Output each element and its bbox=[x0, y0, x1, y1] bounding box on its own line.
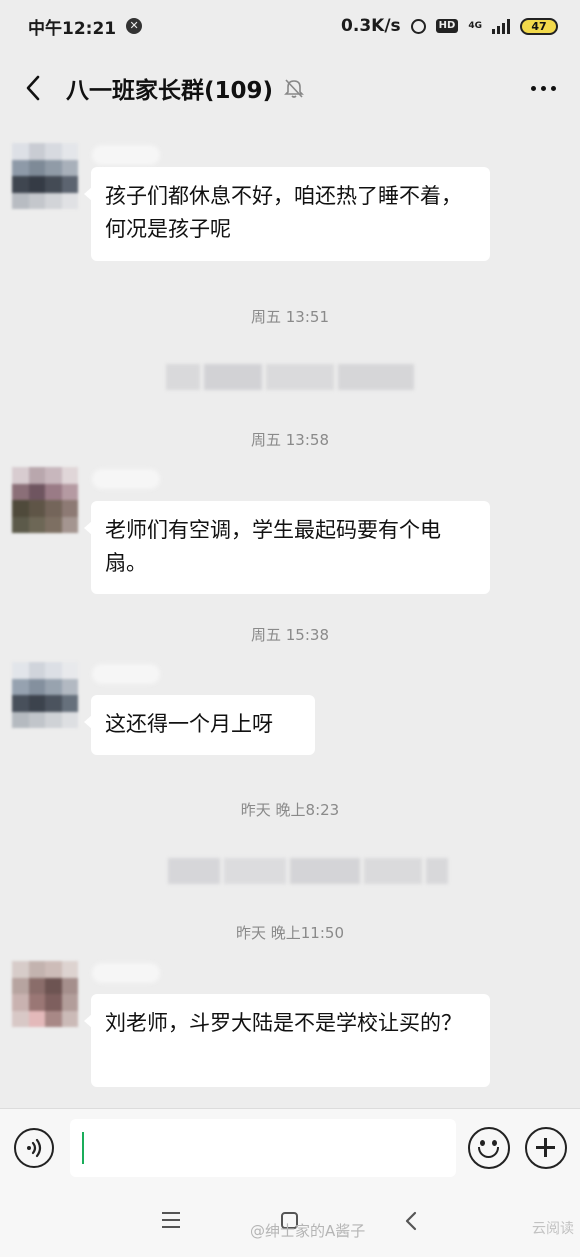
timestamp: 昨天 晚上11:50 bbox=[236, 924, 344, 942]
chat-header: 八一班家长群(109) bbox=[0, 52, 580, 124]
nav-back-icon[interactable] bbox=[402, 1210, 420, 1232]
network-type: 4G bbox=[468, 21, 482, 31]
message-text: 这还得一个月上呀 bbox=[105, 712, 273, 736]
message-bubble[interactable]: 老师们有空调，学生最起码要有个电扇。 bbox=[84, 501, 490, 594]
message-bubble[interactable]: 这还得一个月上呀 bbox=[84, 695, 315, 755]
alarm-icon bbox=[410, 18, 426, 34]
more-dots-icon[interactable] bbox=[525, 78, 562, 99]
voice-icon[interactable] bbox=[14, 1128, 54, 1168]
message-bubble[interactable]: 孩子们都休息不好，咱还热了睡不着，何况是孩子呢 bbox=[84, 167, 490, 261]
sender-name-blurred bbox=[92, 963, 160, 983]
sender-name-blurred bbox=[92, 145, 160, 165]
message-text: 刘老师，斗罗大陆是不是学校让买的？ bbox=[105, 1011, 462, 1035]
timestamp: 周五 13:51 bbox=[251, 308, 329, 326]
watermark-text: @绅士家的A酱子 bbox=[250, 1222, 366, 1240]
status-left: 中午12:21 ✕ bbox=[28, 14, 143, 39]
avatar[interactable] bbox=[12, 143, 78, 209]
message-text: 老师们有空调，学生最起码要有个电扇。 bbox=[105, 518, 441, 575]
sender-name-blurred bbox=[92, 664, 160, 684]
timestamp: 昨天 晚上8:23 bbox=[240, 801, 340, 819]
smile-eye bbox=[480, 1140, 485, 1146]
sender-name-blurred bbox=[92, 469, 160, 489]
back-icon[interactable] bbox=[18, 70, 48, 106]
status-bar: 中午12:21 ✕ 0.3K/s HD 4G 47 bbox=[0, 0, 580, 52]
message-input[interactable] bbox=[70, 1119, 456, 1177]
timestamp: 周五 13:58 bbox=[251, 431, 329, 449]
smile-icon[interactable] bbox=[468, 1127, 510, 1169]
avatar[interactable] bbox=[12, 467, 78, 533]
smile-eye bbox=[492, 1140, 497, 1146]
chat-title: 八一班家长群(109) bbox=[66, 78, 274, 104]
message-text: 孩子们都休息不好，咱还热了睡不着，何况是孩子呢 bbox=[105, 184, 462, 241]
system-nav-bar: @绅士家的A酱子 云阅读 bbox=[0, 1188, 580, 1257]
input-bar bbox=[0, 1108, 580, 1188]
message-bubble[interactable]: 刘老师，斗罗大陆是不是学校让买的？ bbox=[84, 994, 490, 1087]
system-notice-blurred bbox=[166, 364, 414, 390]
timestamp: 周五 15:38 bbox=[251, 626, 329, 644]
network-speed: 0.3K/s bbox=[341, 16, 401, 36]
signal-icon bbox=[492, 18, 510, 34]
bell-off-icon bbox=[283, 77, 305, 99]
plus-icon[interactable] bbox=[525, 1127, 567, 1169]
avatar[interactable] bbox=[12, 662, 78, 728]
system-notice-blurred bbox=[168, 858, 448, 884]
hd-badge: HD bbox=[435, 19, 459, 33]
app-notification-icon: ✕ bbox=[126, 18, 143, 34]
text-caret bbox=[82, 1132, 84, 1164]
smile-mouth bbox=[478, 1147, 499, 1158]
status-right: 0.3K/s HD 4G 47 bbox=[341, 16, 558, 36]
menu-icon[interactable] bbox=[162, 1212, 180, 1228]
avatar[interactable] bbox=[12, 961, 78, 1027]
watermark-corner: 云阅读 bbox=[532, 1221, 574, 1237]
status-time: 中午12:21 bbox=[28, 18, 117, 39]
battery-icon: 47 bbox=[520, 17, 558, 35]
